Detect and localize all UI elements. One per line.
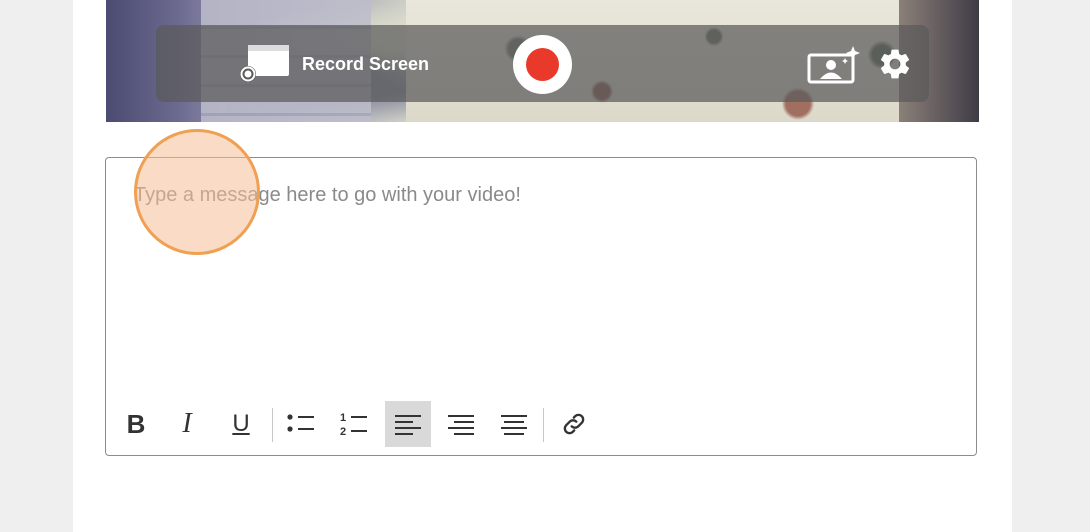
- link-icon: [563, 413, 585, 435]
- numbered-list-icon: 1 2: [340, 412, 367, 438]
- svg-text:1: 1: [340, 412, 346, 424]
- italic-icon: I: [182, 408, 192, 439]
- screen-record-icon: [240, 44, 290, 84]
- gear-icon: [880, 49, 910, 79]
- underline-button[interactable]: U: [218, 401, 264, 447]
- align-left-icon: [395, 415, 421, 435]
- record-screen-label: Record Screen: [302, 53, 430, 74]
- align-right-button[interactable]: [491, 401, 537, 447]
- bold-icon: B: [126, 408, 146, 439]
- insert-link-button[interactable]: [551, 401, 597, 447]
- toolbar-separator: [272, 408, 273, 442]
- numbered-list-button[interactable]: 1 2: [331, 401, 377, 447]
- underline-icon: U: [232, 410, 250, 437]
- align-left-button[interactable]: [385, 401, 431, 447]
- record-button[interactable]: [513, 35, 572, 94]
- align-center-button[interactable]: [438, 401, 484, 447]
- align-right-icon: [501, 415, 527, 435]
- svg-text:2: 2: [340, 426, 346, 438]
- record-screen-button[interactable]: Record Screen: [240, 44, 429, 84]
- click-indicator: [134, 129, 260, 255]
- align-center-icon: [448, 415, 474, 435]
- virtual-background-button[interactable]: [807, 46, 861, 84]
- bold-button[interactable]: B: [113, 401, 159, 447]
- virtual-background-icon: [807, 46, 860, 84]
- bullet-list-icon: [287, 414, 314, 432]
- record-dot-icon: [526, 48, 559, 81]
- bullet-list-button[interactable]: [278, 401, 324, 447]
- settings-button[interactable]: [877, 46, 913, 82]
- toolbar-separator: [543, 408, 544, 442]
- italic-button[interactable]: I: [164, 401, 210, 447]
